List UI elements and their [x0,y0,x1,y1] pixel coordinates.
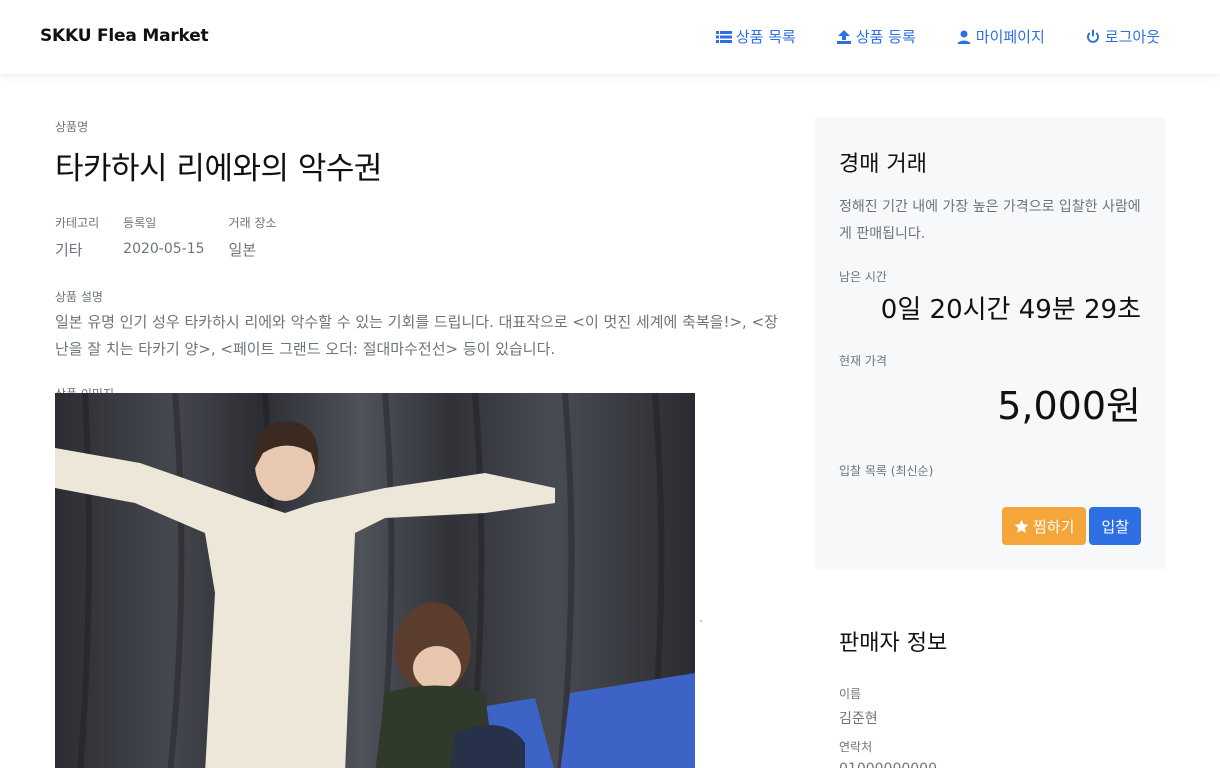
stray-mark: ` [699,620,704,631]
place-block: 거래 장소 일본 [229,214,277,260]
nav-links: 상품 목록 상품 등록 마이페이지 로그아웃 [676,26,1160,47]
top-navbar: SKKU Flea Market 상품 목록 상품 등록 마이페이지 로그아웃 [0,0,1220,74]
nav-logout-link[interactable]: 로그아웃 [1085,26,1160,47]
auction-note: 정해진 기간 내에 가장 높은 가격으로 입찰한 사람에게 판매됩니다. [839,199,1141,242]
category-label: 카테고리 [55,216,100,230]
power-icon [1085,29,1101,45]
date-label: 등록일 [123,216,157,230]
brand-logo-link[interactable]: SKKU Flea Market [40,26,209,46]
seller-info: 판매자 정보 이름 김준현 연락처 01000000000 [839,625,1159,768]
auction-panel: 경매 거래 정해진 기간 내에 가장 높은 가격으로 입찰한 사람에게 판매됩니… [815,118,1165,569]
nav-product-register-link[interactable]: 상품 등록 [836,26,916,47]
star-icon [1014,519,1029,533]
nav-product-register-label: 상품 등록 [855,28,916,46]
seller-name-label: 이름 [839,687,862,701]
nav-product-list-label: 상품 목록 [735,28,796,46]
product-name-label: 상품명 [55,120,89,134]
place-value: 일본 [228,241,257,259]
upload-icon [836,29,852,45]
bid-button[interactable]: 입찰 [1089,507,1141,545]
current-price-label: 현재 가격 [839,354,887,368]
date-block: 등록일 2020-05-15 [123,214,204,260]
category-value: 기타 [55,241,83,259]
category-block: 카테고리 기타 [55,214,99,260]
remaining-time-label: 남은 시간 [839,270,887,284]
wishlist-button-label: 찜하기 [1032,517,1075,536]
current-price-value: 5,000원 [997,384,1141,428]
remaining-time-value: 0일 20시간 49분 29초 [880,295,1141,325]
product-description: 일본 유명 인기 성우 타카하시 리에와 악수할 수 있는 기회를 드립니다. … [55,313,778,358]
photo-illustration [55,393,695,768]
seller-title: 판매자 정보 [839,631,948,656]
nav-product-list-link[interactable]: 상품 목록 [715,26,796,47]
description-label: 상품 설명 [55,290,103,304]
list-icon [715,29,732,45]
product-meta: 카테고리 기타 등록일 2020-05-15 거래 장소 일본 [55,214,785,260]
nav-mypage-label: 마이페이지 [975,28,1045,46]
bid-list-label: 입찰 목록 (최신순) [839,464,934,478]
user-icon [956,29,972,45]
nav-mypage-link[interactable]: 마이페이지 [956,26,1045,47]
auction-actions: 찜하기 입찰 [1001,507,1141,545]
seller-name-value: 김준현 [839,711,878,727]
wishlist-button[interactable]: 찜하기 [1001,507,1087,545]
place-label: 거래 장소 [228,216,277,230]
seller-contact-value: 01000000000 [839,761,1159,768]
seller-contact-label: 연락처 [839,740,873,754]
product-photo [55,393,695,768]
product-title: 타카하시 리에와의 악수권 [55,151,382,187]
nav-logout-label: 로그아웃 [1104,28,1160,46]
auction-title: 경매 거래 [839,152,927,177]
product-detail: 상품명 타카하시 리에와의 악수권 카테고리 기타 등록일 2020-05-15… [55,118,785,768]
date-value: 2020-05-15 [123,241,205,257]
